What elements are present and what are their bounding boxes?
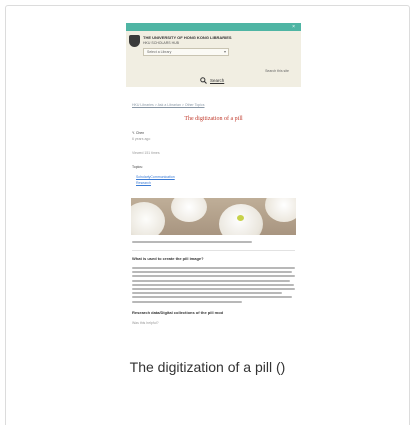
pill-photo [131,198,296,235]
site-header: THE UNIVERSITY OF HONG KONG LIBRARIES HK… [126,31,301,87]
search-icon[interactable] [200,77,207,84]
close-icon[interactable]: × [292,24,295,30]
site-title: THE UNIVERSITY OF HONG KONG LIBRARIES [143,35,232,40]
footer-text: Was this helpful? [132,321,159,325]
card-caption[interactable]: The digitization of a pill () [0,359,415,375]
search-control[interactable]: Search [200,76,224,85]
chevron-down-icon: ▾ [223,49,226,54]
top-banner: × [126,23,301,31]
author-name: Y. Chen [132,131,145,135]
topic-link-1[interactable]: ScholarlyCommunication [136,175,175,179]
topics-label: Topics: [132,165,143,169]
photo-caption-text [132,241,295,245]
breadcrumb[interactable]: HKU Libraries > Ask a Librarian > Other … [132,103,205,107]
library-select-value: Select a Library [147,50,172,54]
divider [132,250,295,251]
search-link[interactable]: Search [210,78,224,83]
section-heading: What is used to create the pill image? [132,256,204,261]
search-hint: Search this site [265,69,289,73]
body-paragraph [132,267,295,305]
page-thumbnail[interactable]: × THE UNIVERSITY OF HONG KONG LIBRARIES … [126,23,301,343]
university-crest-icon [129,35,140,47]
site-subtitle: HKU SCHOLARS HUB [143,41,179,45]
section-heading: Research data/Digital collections of the… [132,310,224,315]
view-count: Viewed 151 times [132,151,160,155]
topic-link-2[interactable]: Research [136,181,151,185]
post-date: 6 years ago [132,137,151,141]
page-title: The digitization of a pill [184,116,243,122]
library-select[interactable]: Select a Library ▾ [143,48,229,56]
